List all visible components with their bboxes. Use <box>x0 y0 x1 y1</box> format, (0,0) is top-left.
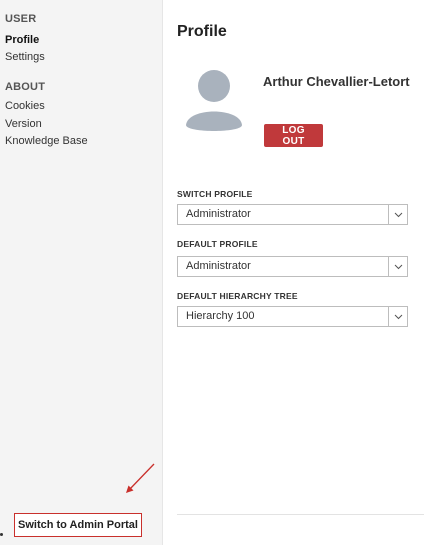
section-heading-about: ABOUT <box>5 81 46 93</box>
main-content: Profile Arthur Chevallier-Letort LOG OUT… <box>163 0 424 545</box>
chevron-down-icon[interactable] <box>388 257 407 276</box>
sidebar-item-knowledge-base[interactable]: Knowledge Base <box>5 135 88 147</box>
switch-to-admin-portal-button[interactable]: Switch to Admin Portal <box>14 513 142 537</box>
annotation-arrow-icon <box>126 463 155 493</box>
sidebar-item-profile[interactable]: Profile <box>5 34 39 46</box>
user-name: Arthur Chevallier-Letort <box>263 74 410 89</box>
sidebar-item-settings[interactable]: Settings <box>5 51 45 63</box>
switch-profile-value: Administrator <box>186 208 251 220</box>
switch-profile-select[interactable]: Administrator <box>177 204 408 225</box>
sidebar-item-version[interactable]: Version <box>5 118 42 130</box>
chevron-down-icon[interactable] <box>388 307 407 326</box>
logout-button[interactable]: LOG OUT <box>264 124 323 147</box>
user-avatar-icon <box>186 70 242 131</box>
footer-divider <box>177 514 424 515</box>
sidebar-item-cookies[interactable]: Cookies <box>5 100 45 112</box>
default-profile-value: Administrator <box>186 260 251 272</box>
default-profile-label: DEFAULT PROFILE <box>177 239 258 249</box>
edge-marker <box>0 533 3 536</box>
default-hierarchy-tree-select[interactable]: Hierarchy 100 <box>177 306 408 327</box>
default-hierarchy-tree-label: DEFAULT HIERARCHY TREE <box>177 291 298 301</box>
switch-profile-label: SWITCH PROFILE <box>177 189 253 199</box>
default-hierarchy-tree-value: Hierarchy 100 <box>186 310 255 322</box>
default-profile-select[interactable]: Administrator <box>177 256 408 277</box>
chevron-down-icon[interactable] <box>388 205 407 224</box>
page-title: Profile <box>177 23 227 40</box>
section-heading-user: USER <box>5 13 37 25</box>
